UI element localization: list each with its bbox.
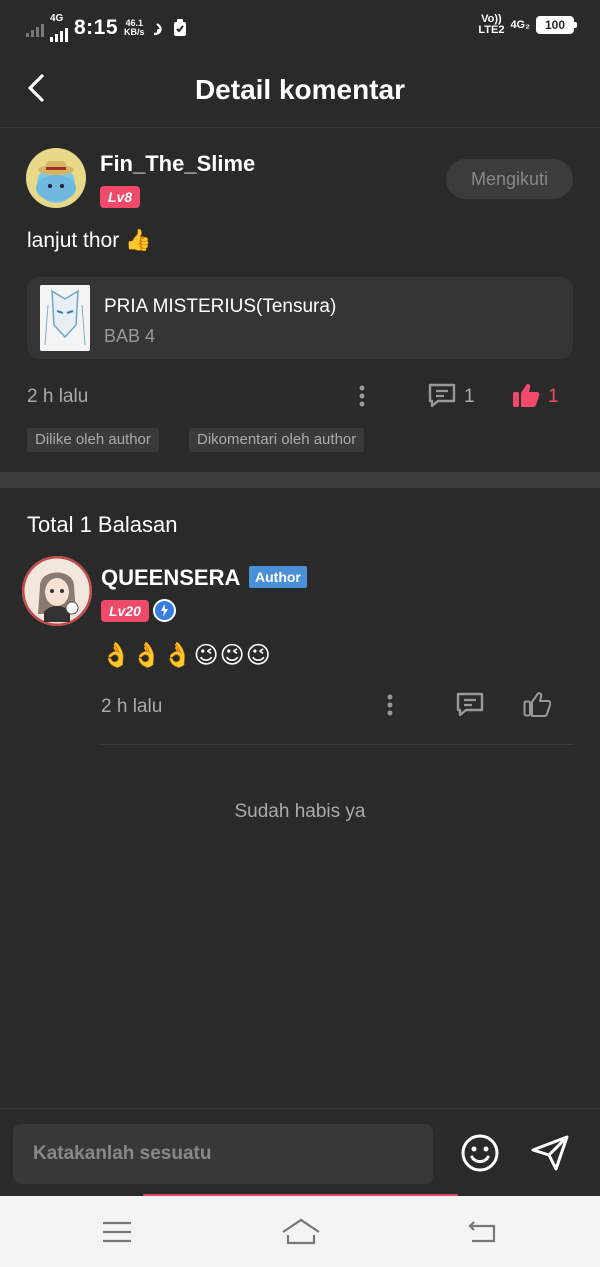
book-title: PRIA MISTERIUS(Tensura) xyxy=(104,296,337,317)
reply-username[interactable]: QUEENSERA xyxy=(101,565,240,591)
clipboard-check-icon xyxy=(173,19,186,36)
tag-commented-by-author: Dikomentari oleh author xyxy=(189,428,365,452)
menu-icon xyxy=(103,1221,131,1243)
signal-strong-icon xyxy=(50,24,68,42)
back-nav-button[interactable] xyxy=(466,1216,500,1246)
battery-level: 100 xyxy=(544,18,566,32)
following-button[interactable]: Mengikuti xyxy=(446,159,573,199)
slime-avatar-image xyxy=(36,161,76,201)
book-cover-image xyxy=(40,285,90,351)
comment-input[interactable] xyxy=(13,1124,433,1184)
status-bar: 4G 8:15 46.1 KB/s Vo)) LTE2 4G₂ 100 xyxy=(0,0,600,54)
level-badge: Lv8 xyxy=(100,186,141,208)
comment-text: lanjut thor 👍 xyxy=(27,229,152,252)
reply-button[interactable] xyxy=(426,380,458,410)
book-card[interactable]: PRIA MISTERIUS(Tensura) BAB 4 xyxy=(27,277,573,359)
comment-input-bar xyxy=(0,1108,600,1196)
clock: 8:15 xyxy=(74,16,119,39)
page-title: Detail komentar xyxy=(194,74,406,105)
more-vertical-icon xyxy=(359,385,365,407)
reply-count: 1 xyxy=(464,386,475,407)
home-button[interactable] xyxy=(280,1216,322,1246)
reply-level-badge: Lv20 xyxy=(101,600,149,622)
screen: 4G 8:15 46.1 KB/s Vo)) LTE2 4G₂ 100 Deta… xyxy=(0,0,600,1196)
network-type-left: 4G xyxy=(50,13,64,24)
return-icon xyxy=(468,1221,496,1243)
signal-weak-icon xyxy=(26,19,44,37)
comment-icon xyxy=(428,383,456,408)
avatar[interactable] xyxy=(26,148,86,208)
net-speed-unit: KB/s xyxy=(124,27,145,37)
anime-avatar-image xyxy=(22,556,92,626)
thumbs-up-filled-icon xyxy=(513,383,540,407)
reply-more-options-button[interactable] xyxy=(378,690,402,720)
section-divider xyxy=(0,472,600,488)
home-icon xyxy=(282,1218,320,1245)
like-button[interactable] xyxy=(510,380,542,410)
emoji-button[interactable] xyxy=(458,1131,502,1175)
like-count: 1 xyxy=(548,386,559,407)
lte-label: LTE2 xyxy=(478,24,505,36)
thumbs-up-icon xyxy=(523,692,551,717)
book-chapter: BAB 4 xyxy=(104,326,156,346)
reply-like-button[interactable] xyxy=(521,689,553,719)
author-badge: Author xyxy=(249,566,307,588)
reply-avatar[interactable] xyxy=(22,556,92,626)
send-button[interactable] xyxy=(526,1131,574,1175)
reply-time: 2 h lalu xyxy=(101,696,163,717)
tag-liked-by-author: Dilike oleh author xyxy=(27,428,159,452)
reply-separator xyxy=(101,744,573,745)
menu-button[interactable] xyxy=(100,1216,134,1246)
more-options-button[interactable] xyxy=(350,381,374,411)
reply-comment-button[interactable] xyxy=(454,689,486,719)
battery-icon: 100 xyxy=(536,16,577,34)
navigation-bar xyxy=(0,1196,600,1267)
replies-total: Total 1 Balasan xyxy=(27,512,178,537)
smiley-icon xyxy=(461,1134,499,1172)
send-icon xyxy=(531,1135,569,1171)
nfc-icon xyxy=(153,23,162,36)
header: Detail komentar xyxy=(0,54,600,128)
network-type-right: 4G₂ xyxy=(510,18,530,31)
comment-icon xyxy=(456,692,484,717)
comment-time: 2 h lalu xyxy=(27,386,89,407)
verified-icon xyxy=(153,599,176,622)
more-vertical-icon xyxy=(387,694,393,716)
end-of-list-text: Sudah habis ya xyxy=(234,801,366,822)
username[interactable]: Fin_The_Slime xyxy=(100,151,255,177)
reply-text: 👌👌👌😉😉😉 xyxy=(101,642,272,669)
